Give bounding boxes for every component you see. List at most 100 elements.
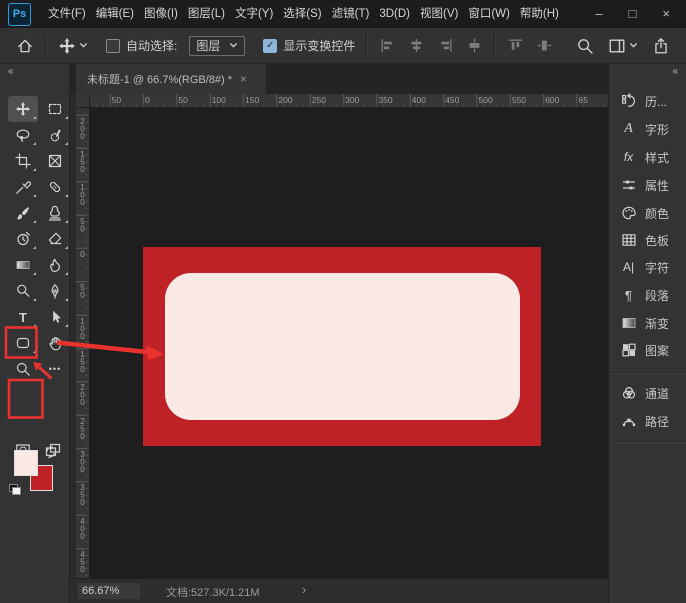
menu-item[interactable]: 图像(I) bbox=[139, 0, 183, 28]
divider bbox=[45, 34, 47, 58]
history-brush-tool[interactable] bbox=[8, 226, 38, 252]
clone-stamp-tool[interactable] bbox=[40, 200, 70, 226]
channels-icon bbox=[620, 385, 637, 402]
panel-tab-properties[interactable]: 属性 bbox=[609, 171, 686, 199]
frame-tool[interactable] bbox=[40, 148, 70, 174]
menu-item[interactable]: 选择(S) bbox=[278, 0, 326, 28]
menu-item[interactable]: 窗口(W) bbox=[463, 0, 515, 28]
bandage-icon bbox=[47, 179, 63, 195]
panel-tab-color[interactable]: 颜色 bbox=[609, 199, 686, 227]
spot-healing-brush-tool[interactable] bbox=[40, 174, 70, 200]
gradient-icon bbox=[15, 257, 31, 273]
crop-tool[interactable] bbox=[8, 148, 38, 174]
align-left-edges-button[interactable] bbox=[377, 35, 398, 56]
rounded-rectangle-tool[interactable] bbox=[8, 330, 38, 356]
history-icon bbox=[620, 93, 637, 110]
auto-select-target-dropdown[interactable]: 图层 bbox=[189, 36, 245, 56]
workspace-switcher-button[interactable] bbox=[606, 35, 640, 57]
eraser-tool[interactable] bbox=[40, 226, 70, 252]
gradient-tool[interactable] bbox=[8, 252, 38, 278]
share-button[interactable] bbox=[650, 35, 672, 57]
pen-nib-icon bbox=[47, 283, 63, 299]
panel-tab-character[interactable]: A| 字符 bbox=[609, 253, 686, 281]
edit-toolbar-button[interactable]: ••• bbox=[40, 356, 70, 382]
dodge-tool[interactable] bbox=[8, 278, 38, 304]
ruler-label: 350 bbox=[78, 483, 87, 506]
panel-tab-glyphs[interactable]: A 字形 bbox=[609, 115, 686, 143]
document-tab-bar: 未标题-1 @ 66.7%(RGB/8#) * × bbox=[70, 64, 608, 94]
panel-tab-history[interactable]: 历... bbox=[609, 87, 686, 115]
home-button[interactable] bbox=[14, 35, 36, 57]
default-colors-icon[interactable] bbox=[9, 484, 21, 495]
type-tool[interactable]: T bbox=[8, 304, 38, 330]
show-transform-controls-checkbox[interactable]: ✓ 显示变换控件 bbox=[261, 35, 357, 56]
panel-tab-paragraph[interactable]: ¶ 段落 bbox=[609, 281, 686, 309]
status-options-chevron[interactable]: › bbox=[302, 582, 306, 597]
swap-colors-icon[interactable] bbox=[44, 446, 57, 464]
move-icon bbox=[15, 101, 31, 117]
eyedropper-tool[interactable] bbox=[8, 174, 38, 200]
ruler-label: 0 bbox=[145, 95, 150, 105]
vertical-ruler[interactable]: 20015010050050100150200250300350400450 bbox=[76, 108, 90, 578]
auto-select-checkbox[interactable]: 自动选择: bbox=[104, 35, 179, 56]
expand-panels-chevron[interactable]: « bbox=[672, 66, 678, 77]
zoom-tool[interactable] bbox=[8, 356, 38, 382]
lasso-tool[interactable] bbox=[8, 122, 38, 148]
distribute-horizontal-button[interactable] bbox=[464, 35, 485, 56]
close-tab-icon[interactable]: × bbox=[240, 72, 247, 86]
minimize-button[interactable]: – bbox=[595, 0, 602, 28]
path-selection-tool[interactable] bbox=[40, 304, 70, 330]
panel-tab-gradients[interactable]: 渐变 bbox=[609, 309, 686, 337]
document-canvas[interactable] bbox=[143, 247, 541, 446]
type-icon: T bbox=[19, 310, 27, 325]
frame-icon bbox=[47, 153, 63, 169]
collapse-toolbar-chevron[interactable]: « bbox=[8, 66, 14, 77]
ruler-label: 300 bbox=[345, 95, 359, 105]
close-button[interactable]: × bbox=[662, 0, 670, 28]
menu-item[interactable]: 文字(Y) bbox=[230, 0, 278, 28]
maximize-button[interactable]: □ bbox=[629, 0, 637, 28]
menu-item[interactable]: 滤镜(T) bbox=[327, 0, 375, 28]
foreground-color-swatch[interactable] bbox=[14, 450, 38, 476]
tool-preset-move[interactable] bbox=[56, 35, 90, 57]
ruler-label: 50 bbox=[112, 95, 121, 105]
align-horizontal-centers-button[interactable] bbox=[406, 35, 427, 56]
ruler-label: 250 bbox=[312, 95, 326, 105]
menu-item[interactable]: 文件(F) bbox=[43, 0, 91, 28]
ruler-label: 150 bbox=[245, 95, 259, 105]
styles-fx-icon: fx bbox=[620, 149, 637, 166]
ruler-label: 150 bbox=[78, 150, 87, 173]
quick-selection-tool[interactable] bbox=[40, 122, 70, 148]
panel-tab-channels[interactable]: 通道 bbox=[609, 379, 686, 407]
menu-item[interactable]: 图层(L) bbox=[183, 0, 230, 28]
menu-item[interactable]: 视图(V) bbox=[415, 0, 463, 28]
panel-tab-paths[interactable]: 路径 bbox=[609, 407, 686, 435]
distribute-vertical-button[interactable] bbox=[534, 35, 555, 56]
smudge-tool[interactable] bbox=[40, 252, 70, 278]
canvas-viewport[interactable] bbox=[90, 108, 608, 578]
zoom-level-field[interactable]: 66.67% bbox=[78, 583, 140, 599]
rectangular-marquee-tool[interactable] bbox=[40, 96, 70, 122]
align-top-edges-button[interactable] bbox=[505, 35, 526, 56]
status-bar: 66.67% 文档:527.3K/1.21M › bbox=[70, 578, 608, 603]
move-tool[interactable] bbox=[8, 96, 38, 122]
photoshop-logo-icon: Ps bbox=[8, 3, 31, 26]
pen-tool[interactable] bbox=[40, 278, 70, 304]
horizontal-ruler[interactable]: 5005010015020025030035040045050055060065 bbox=[90, 94, 608, 108]
eyedropper-icon bbox=[15, 179, 31, 195]
properties-icon bbox=[620, 177, 637, 194]
menu-item[interactable]: 3D(D) bbox=[374, 0, 415, 28]
document-tab[interactable]: 未标题-1 @ 66.7%(RGB/8#) * × bbox=[76, 64, 266, 94]
menu-item[interactable]: 帮助(H) bbox=[515, 0, 564, 28]
panel-tab-styles[interactable]: fx 样式 bbox=[609, 143, 686, 171]
smudge-finger-icon bbox=[47, 257, 63, 273]
menu-item[interactable]: 编辑(E) bbox=[91, 0, 139, 28]
panel-tab-patterns[interactable]: 图案 bbox=[609, 336, 686, 364]
search-button[interactable] bbox=[574, 35, 596, 57]
align-center-icon bbox=[408, 37, 425, 54]
hand-tool[interactable] bbox=[40, 330, 70, 356]
align-right-edges-button[interactable] bbox=[435, 35, 456, 56]
brush-tool[interactable] bbox=[8, 200, 38, 226]
brush-icon bbox=[15, 205, 31, 221]
panel-tab-swatches[interactable]: 色板 bbox=[609, 226, 686, 254]
